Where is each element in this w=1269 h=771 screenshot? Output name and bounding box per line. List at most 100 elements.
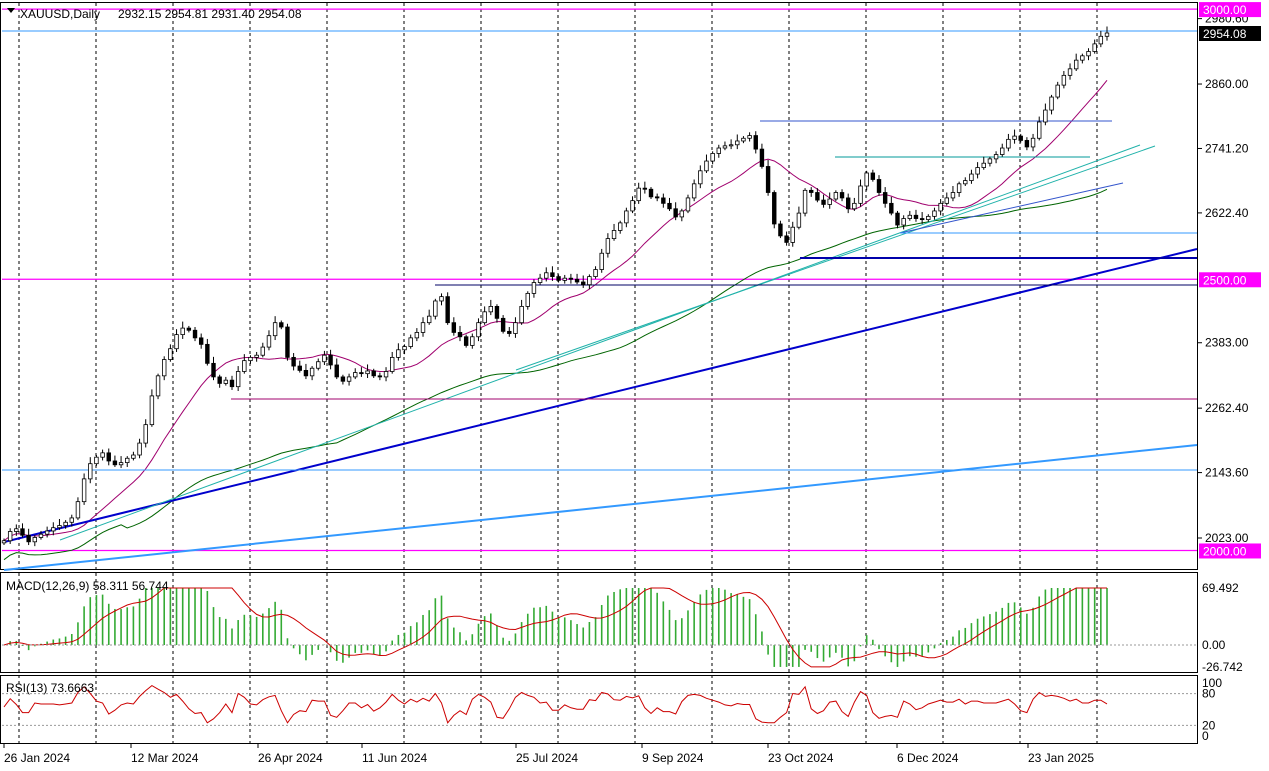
candle-body-69 (426, 315, 432, 324)
candle-body-61 (377, 375, 383, 378)
candle-body-170 (1049, 96, 1054, 111)
candle-body-78 (482, 311, 487, 324)
time-tick-label-3: 11 Jun 2024 (362, 751, 427, 765)
candle-body-52 (322, 354, 327, 363)
price-tick-label-1: 2860.00 (1205, 77, 1249, 91)
candle-body-119 (735, 140, 740, 146)
candle-body-30 (186, 327, 192, 331)
time-tick-label-0: 26 Jan 2024 (4, 751, 70, 765)
rsi-pane-frame (0, 675, 1198, 744)
price-tag-1: 2500.00 (1203, 273, 1247, 287)
time-tick-label-6: 23 Oct 2024 (768, 751, 834, 765)
candle-body-64 (396, 349, 401, 358)
candle-body-121 (747, 135, 752, 139)
candle-body-130 (802, 189, 808, 214)
candle-body-172 (1061, 74, 1067, 86)
candle-body-2 (14, 528, 19, 532)
candle-body-62 (383, 371, 389, 378)
candle-body-102 (630, 200, 635, 212)
candle-body-26 (162, 359, 167, 377)
candle-body-115 (710, 153, 715, 162)
candle-body-38 (235, 371, 241, 388)
candle-body-162 (1000, 147, 1005, 155)
candle-body-114 (704, 160, 709, 172)
candle-body-149 (919, 218, 925, 221)
candle-body-8 (51, 527, 56, 532)
candle-body-21 (131, 454, 136, 459)
candle-body-139 (858, 185, 863, 204)
macd-tick-label-2: -26.742 (1202, 660, 1243, 674)
candle-body-147 (907, 214, 913, 219)
macd-tick-label-0: 69.492 (1202, 581, 1239, 595)
candle-body-133 (821, 199, 826, 205)
candle-body-155 (956, 183, 962, 193)
candle-body-3 (20, 528, 25, 536)
trading-chart[interactable]: 69.4920.00-26.742 80100200 2980.602860.0… (0, 0, 1269, 771)
time-tick-label-2: 26 Apr 2024 (258, 751, 323, 765)
candle-body-127 (784, 235, 789, 243)
price-tick-label-3: 2622.40 (1205, 206, 1249, 220)
candle-body-158 (975, 167, 980, 175)
candle-body-163 (1006, 138, 1011, 149)
price-tick-label-2: 2741.20 (1205, 141, 1249, 155)
rsi-indicator: 80100200 (2, 676, 1222, 743)
candle-body-97 (599, 252, 604, 270)
candle-body-10 (63, 521, 68, 526)
candle-body-87 (537, 277, 543, 283)
candle-body-47 (291, 356, 296, 367)
trend-and-ma-lines (2, 30, 1198, 571)
candle-body-17 (106, 452, 111, 462)
candle-body-74 (457, 332, 463, 338)
candle-body-94 (581, 281, 586, 286)
candle-body-177 (1092, 43, 1097, 52)
candle-body-50 (309, 367, 315, 377)
candle-body-169 (1043, 109, 1048, 123)
candle-body-166 (1024, 140, 1030, 148)
macd-indicator: 69.492 0.00 -26.742 (2, 581, 1243, 674)
candle-body-164 (1012, 135, 1017, 140)
symbol-label: XAUUSD,Daily (20, 7, 100, 21)
candle-body-36 (223, 379, 229, 384)
candle-body-12 (75, 501, 81, 519)
candle-body-136 (839, 192, 845, 199)
candle-body-31 (192, 329, 198, 339)
candle-body-93 (574, 278, 580, 283)
candle-body-138 (852, 202, 857, 210)
price-tick-label-4: 2383.00 (1205, 336, 1249, 350)
candle-body-144 (889, 202, 894, 214)
candle-body-156 (963, 180, 968, 185)
candle-body-40 (248, 356, 253, 362)
candle-body-33 (205, 343, 210, 364)
candle-body-66 (408, 337, 413, 347)
candle-body-145 (895, 212, 900, 226)
candle-body-137 (845, 197, 851, 210)
time-tick-label-4: 25 Jul 2024 (516, 751, 578, 765)
candle-body-107 (661, 197, 666, 204)
candle-body-128 (790, 226, 795, 243)
candle-body-67 (414, 332, 420, 339)
candle-body-23 (143, 424, 148, 444)
candle-body-100 (618, 222, 623, 231)
dropdown-triangle-icon[interactable] (7, 8, 15, 13)
trendline-blue-thin (899, 182, 1124, 234)
candle-body-142 (876, 179, 882, 193)
candle-body-122 (753, 135, 758, 150)
candle-body-110 (679, 210, 685, 218)
candle-body-51 (316, 361, 321, 369)
candle-body-56 (346, 376, 352, 382)
candle-body-49 (303, 370, 309, 377)
candle-body-0 (1, 540, 7, 544)
candle-body-83 (513, 322, 518, 334)
rsi-tick-label-1: 100 (1202, 676, 1222, 690)
candle-body-73 (451, 322, 457, 333)
horizontal-levels (2, 8, 1197, 552)
candle-body-75 (463, 336, 469, 346)
candle-body-99 (611, 230, 617, 240)
price-axis: 2980.602860.002741.202622.402383.002262.… (1197, 2, 1261, 559)
candle-body-42 (260, 346, 266, 356)
candle-body-123 (759, 148, 765, 167)
candle-body-60 (371, 370, 376, 377)
candle-body-32 (198, 337, 204, 345)
candle-body-157 (969, 173, 974, 181)
macd-label: MACD(12,26,9) 58.311 56.744 (6, 579, 169, 593)
